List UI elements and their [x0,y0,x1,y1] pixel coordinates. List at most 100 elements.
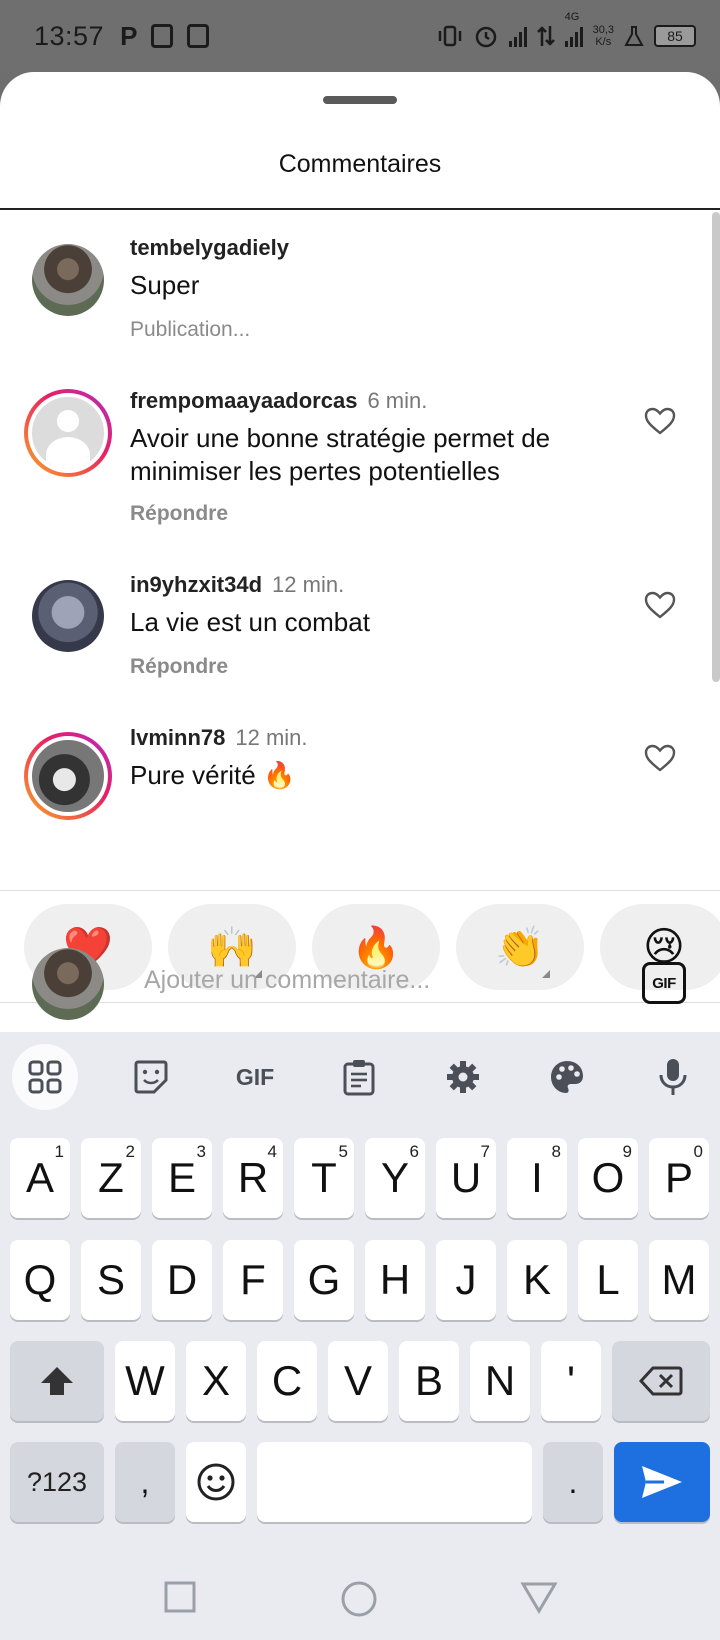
sheet-drag-handle[interactable] [323,96,397,104]
key-y[interactable]: Y6 [365,1138,425,1218]
comment-username[interactable]: lvminn78 12 min. [130,725,308,751]
divider [0,1002,720,1003]
like-heart-icon[interactable] [644,406,676,436]
divider [0,890,720,891]
reply-button[interactable]: Répondre [130,655,228,679]
key-r[interactable]: R4 [223,1138,283,1218]
palette-icon[interactable] [534,1044,600,1110]
like-heart-icon[interactable] [644,743,676,773]
send-key[interactable] [614,1442,710,1522]
comment-meta: Publication... [130,318,251,341]
comment-username[interactable]: in9yhzxit34d 12 min. [130,572,344,598]
key-f[interactable]: F [223,1240,283,1320]
emoji-key[interactable] [186,1442,246,1522]
keyboard-row-1: A1 Z2 E3 R4 T5 Y6 U7 I8 O9 P0 [0,1138,720,1222]
back-triangle-icon[interactable] [520,1580,558,1614]
comment-item: in9yhzxit34d 12 min. La vie est un combat… [0,552,712,712]
comment-time: 12 min. [272,572,345,597]
gif-keyboard-button[interactable]: GIF [222,1044,288,1110]
key-o[interactable]: O9 [578,1138,638,1218]
key-h[interactable]: H [365,1240,425,1320]
key-b[interactable]: B [399,1341,459,1421]
alarm-icon [475,26,496,48]
key-q[interactable]: Q [10,1240,70,1320]
key-e[interactable]: E3 [152,1138,212,1218]
comments-sheet: Commentaires tembelygadiely Super Public… [0,72,720,1032]
default-avatar-icon [28,393,108,473]
key-j[interactable]: J [436,1240,496,1320]
emoji-icon [197,1463,235,1501]
comment-time: 6 min. [367,388,428,413]
sticker-icon[interactable] [118,1044,184,1110]
home-circle-icon[interactable] [340,1580,378,1618]
keyboard-toolbar: GIF [0,1032,720,1122]
notification-app-icon-2 [187,24,210,48]
reaction-clap[interactable]: 👏 [456,904,584,990]
space-bar[interactable] [257,1442,532,1522]
comment-item: frempomaayaadorcas 6 min. Avoir une bonne… [0,372,712,552]
like-heart-icon[interactable] [644,590,676,620]
key-apostrophe[interactable]: ' [541,1341,601,1421]
key-t[interactable]: T5 [294,1138,354,1218]
clipboard-icon[interactable] [326,1044,392,1110]
comments-list: tembelygadiely Super Publication... frem… [0,212,712,890]
key-n[interactable]: N [470,1341,530,1421]
comment-item: lvminn78 12 min. Pure vérité 🔥 [0,712,712,890]
navigation-bar [0,1562,720,1640]
vibrate-icon [438,25,461,47]
key-s[interactable]: S [81,1240,141,1320]
key-k[interactable]: K [507,1240,567,1320]
comma-key[interactable]: , [115,1442,175,1522]
send-arrow-icon [642,1466,682,1498]
period-key[interactable]: . [543,1442,603,1522]
signal-icon [508,25,527,47]
apps-grid-icon[interactable] [12,1044,78,1110]
shift-key[interactable] [10,1341,104,1421]
battery-indicator: 85 [654,25,696,47]
comment-username[interactable]: tembelygadiely [130,235,289,261]
avatar[interactable] [32,580,104,652]
key-g[interactable]: G [294,1240,354,1320]
symbols-key[interactable]: ?123 [10,1442,104,1522]
key-x[interactable]: X [186,1341,246,1421]
gif-button[interactable]: GIF [642,962,686,1004]
key-z[interactable]: Z2 [81,1138,141,1218]
key-l[interactable]: L [578,1240,638,1320]
comment-item: tembelygadiely Super Publication... [0,212,712,372]
key-i[interactable]: I8 [507,1138,567,1218]
flask-icon [624,26,644,46]
avatar[interactable] [32,244,104,316]
comment-text: Super [130,270,200,300]
keyboard-row-2: Q S D F G H J K L M [0,1240,720,1324]
shift-arrow-icon [41,1367,73,1395]
parking-icon: P [120,20,138,51]
recents-square-icon[interactable] [163,1580,197,1614]
signal-icon-2 [564,25,583,47]
settings-gear-icon[interactable] [430,1044,496,1110]
key-d[interactable]: D [152,1240,212,1320]
keyboard: GIF A1 Z2 E3 R4 T5 Y6 U7 I8 O9 P0 Q S D … [0,1032,720,1562]
data-transfer-icon [536,26,555,46]
variant-indicator-icon [542,970,550,978]
network-type: 4G [564,11,580,23]
current-user-avatar [32,948,104,1020]
keyboard-row-4: ?123 , . [0,1442,720,1526]
backspace-key[interactable] [612,1341,710,1421]
comment-username[interactable]: frempomaayaadorcas 6 min. [130,388,427,414]
key-c[interactable]: C [257,1341,317,1421]
key-v[interactable]: V [328,1341,388,1421]
comment-text: Pure vérité 🔥 [130,760,296,790]
avatar[interactable] [24,389,112,477]
reply-button[interactable]: Répondre [130,502,228,526]
microphone-icon[interactable] [640,1044,706,1110]
key-a[interactable]: A1 [10,1138,70,1218]
avatar[interactable] [24,732,112,820]
status-time: 13:57 [34,20,105,51]
key-u[interactable]: U7 [436,1138,496,1218]
scrollbar[interactable] [712,212,720,682]
key-m[interactable]: M [649,1240,709,1320]
key-p[interactable]: P0 [649,1138,709,1218]
comment-input[interactable]: Ajouter un commentaire... [144,966,430,995]
key-w[interactable]: W [115,1341,175,1421]
backspace-icon [639,1366,683,1396]
